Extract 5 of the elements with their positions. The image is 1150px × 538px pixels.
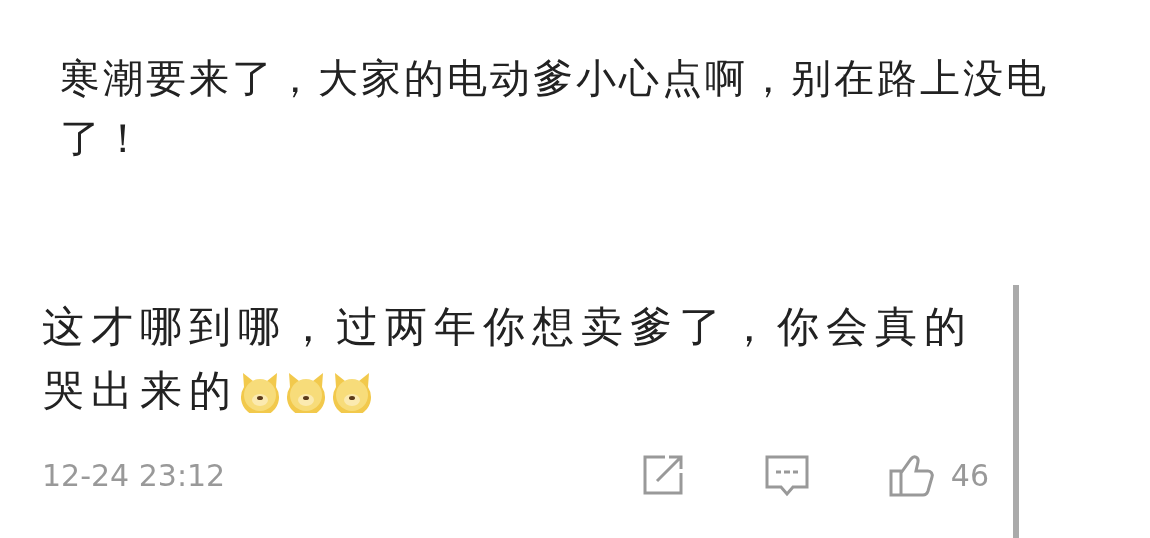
quoted-post-text: 寒潮要来了，大家的电动爹小心点啊，别在路上没电了！ bbox=[60, 55, 1049, 161]
timestamp: 12-24 23:12 bbox=[42, 456, 226, 495]
reply-text-line: 这才哪到哪，过两年你想卖爹了，你会真的 bbox=[42, 301, 973, 353]
like-count: 46 bbox=[950, 456, 989, 495]
reply-text-line: 哭出来的 bbox=[42, 365, 238, 417]
